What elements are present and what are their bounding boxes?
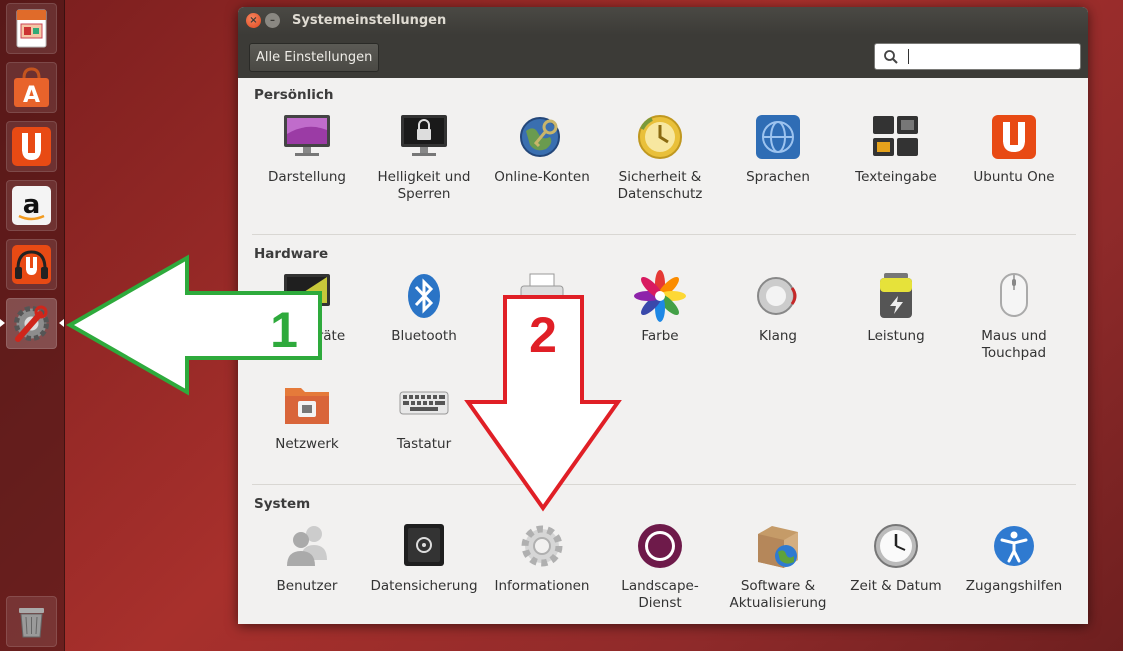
arrow-2-label: 2 [529,307,557,363]
annotation-overlay: 1 2 [65,254,622,512]
arrow-1-label: 1 [270,302,298,358]
